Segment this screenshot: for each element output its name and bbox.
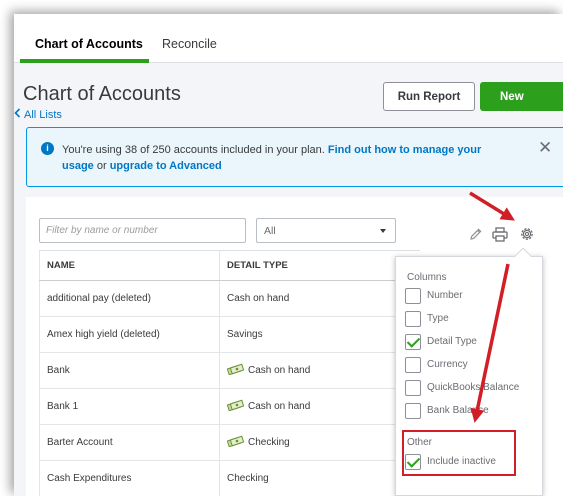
arrow-to-include-inactive (470, 263, 510, 423)
arrow-to-gear (469, 191, 515, 221)
app-window: Chart of Accounts Reconcile Chart of Acc… (14, 14, 563, 496)
annotation-arrows (469, 191, 515, 423)
